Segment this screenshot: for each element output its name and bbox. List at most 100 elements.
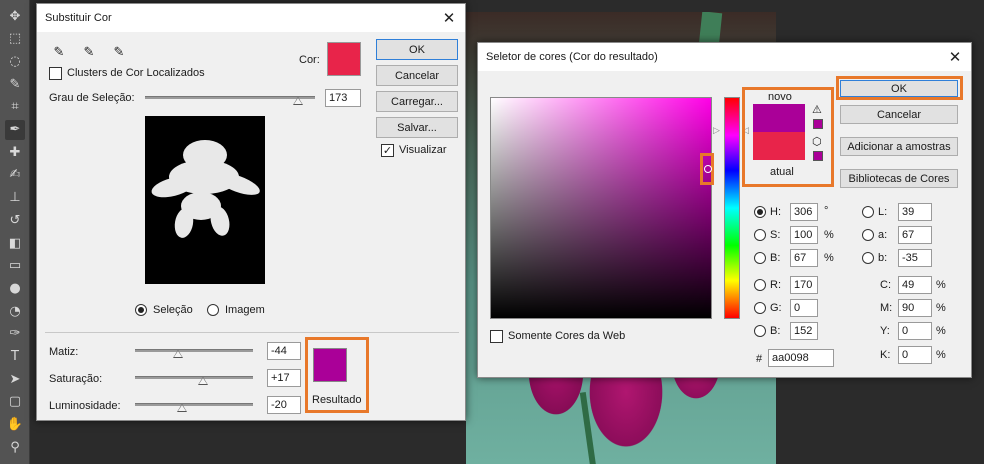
color-libraries-button[interactable]: Bibliotecas de Cores	[840, 169, 958, 188]
g-label: G:	[770, 302, 782, 314]
a-field[interactable]: 67	[898, 226, 932, 244]
type-icon[interactable]: T	[5, 347, 25, 367]
color-picker-dialog: Seletor de cores (Cor do resultado) ✕ ▷ …	[477, 42, 972, 378]
s-field[interactable]: 100	[790, 226, 818, 244]
h-field[interactable]: 306	[790, 203, 818, 221]
grau-slider-handle[interactable]	[293, 97, 303, 105]
zoom-icon[interactable]: ⚲	[5, 437, 25, 457]
selection-preview	[145, 116, 265, 284]
web-colors-checkbox[interactable]	[490, 330, 503, 343]
grau-slider[interactable]	[145, 96, 315, 99]
marquee-icon[interactable]: ⬚	[5, 29, 25, 49]
saturacao-field[interactable]: +17	[267, 369, 301, 387]
c-unit: %	[936, 279, 946, 291]
blue-label: B:	[770, 325, 781, 337]
atual-swatch[interactable]	[753, 132, 805, 160]
h-unit: °	[824, 205, 829, 217]
matiz-label: Matiz:	[49, 346, 79, 358]
hue-slider-left-arrow[interactable]: ▷	[713, 125, 720, 136]
b-radio[interactable]	[754, 252, 766, 264]
h-radio[interactable]	[754, 206, 766, 218]
lab-b-radio[interactable]	[862, 252, 874, 264]
preview-checkbox[interactable]: ✓	[381, 144, 394, 157]
eyedropper-icon[interactable]: ✒	[5, 119, 25, 140]
a-radio[interactable]	[862, 229, 874, 241]
color-picker-titlebar: Seletor de cores (Cor do resultado) ✕	[478, 43, 971, 71]
r-field[interactable]: 170	[790, 276, 818, 294]
grau-field[interactable]: 173	[325, 89, 361, 107]
saturacao-slider-handle[interactable]	[198, 377, 208, 385]
imagem-radio[interactable]	[207, 304, 219, 316]
close-icon[interactable]: ✕	[945, 47, 965, 67]
cancel-button[interactable]: Cancelar	[840, 105, 958, 124]
s-radio[interactable]	[754, 229, 766, 241]
k-field[interactable]: 0	[898, 346, 932, 364]
add-to-swatches-button[interactable]: Adicionar a amostras	[840, 137, 958, 156]
web-cube-icon[interactable]: ⬡	[812, 135, 822, 148]
selecao-label: Seleção	[153, 304, 193, 316]
s-unit: %	[824, 229, 834, 241]
m-field[interactable]: 90	[898, 299, 932, 317]
path-select-icon[interactable]: ➤	[5, 369, 25, 389]
lab-b-field[interactable]: -35	[898, 249, 932, 267]
brush-icon[interactable]: ✍	[5, 165, 25, 185]
clusters-checkbox[interactable]	[49, 67, 62, 80]
healing-icon[interactable]: ✚	[5, 142, 25, 162]
stamp-icon[interactable]: ⊥	[5, 188, 25, 208]
matiz-slider[interactable]	[135, 349, 253, 352]
l-radio[interactable]	[862, 206, 874, 218]
selecao-radio[interactable]	[135, 304, 147, 316]
move-icon[interactable]: ✥	[5, 6, 25, 26]
rectangle-icon[interactable]: ▢	[5, 392, 25, 412]
g-field[interactable]: 0	[790, 299, 818, 317]
web-colors-label: Somente Cores da Web	[508, 330, 626, 342]
b-field[interactable]: 67	[790, 249, 818, 267]
matiz-field[interactable]: -44	[267, 342, 301, 360]
hue-slider[interactable]	[724, 97, 740, 319]
y-field[interactable]: 0	[898, 322, 932, 340]
l-field[interactable]: 39	[898, 203, 932, 221]
web-swatch[interactable]	[813, 151, 823, 161]
saturacao-slider[interactable]	[135, 376, 253, 379]
gamut-warning-icon[interactable]: ⚠	[812, 103, 822, 116]
luminosidade-slider-handle[interactable]	[177, 404, 187, 412]
matiz-slider-handle[interactable]	[173, 350, 183, 358]
lasso-icon[interactable]: ◌	[5, 51, 25, 71]
hex-label: #	[756, 353, 763, 365]
eyedropper-icon[interactable]: ✎	[51, 44, 67, 60]
blue-radio[interactable]	[754, 325, 766, 337]
replace-color-dialog: Substituir Cor ✕ ✎ ✎ ✎ Clusters de Cor L…	[36, 3, 466, 421]
color-field-marker[interactable]	[704, 165, 712, 173]
hex-field[interactable]: aa0098	[768, 349, 834, 367]
b-unit: %	[824, 252, 834, 264]
ok-button[interactable]: OK	[840, 80, 958, 97]
load-button[interactable]: Carregar...	[376, 91, 458, 112]
history-brush-icon[interactable]: ↺	[5, 210, 25, 230]
eyedropper-minus-icon[interactable]: ✎	[111, 44, 127, 60]
pen-icon[interactable]: ✑	[5, 324, 25, 344]
gradient-icon[interactable]: ▭	[5, 256, 25, 276]
hand-icon[interactable]: ✋	[5, 415, 25, 435]
ok-button[interactable]: OK	[376, 39, 458, 60]
resultado-swatch[interactable]	[313, 348, 347, 382]
cor-swatch[interactable]	[327, 42, 361, 76]
luminosidade-field[interactable]: -20	[267, 396, 301, 414]
c-field[interactable]: 49	[898, 276, 932, 294]
close-icon[interactable]: ✕	[439, 8, 459, 28]
eyedropper-plus-icon[interactable]: ✎	[81, 44, 97, 60]
y-label: Y:	[880, 325, 890, 337]
cancel-button[interactable]: Cancelar	[376, 65, 458, 86]
crop-icon[interactable]: ⌗	[5, 97, 25, 117]
c-label: C:	[880, 279, 891, 291]
r-radio[interactable]	[754, 279, 766, 291]
blur-icon[interactable]: ●	[5, 278, 25, 298]
gamut-swatch[interactable]	[813, 119, 823, 129]
save-button[interactable]: Salvar...	[376, 117, 458, 138]
dodge-icon[interactable]: ◔	[5, 301, 25, 321]
color-field[interactable]	[490, 97, 712, 319]
quick-select-icon[interactable]: ✎	[5, 74, 25, 94]
luminosidade-slider[interactable]	[135, 403, 253, 406]
blue-field[interactable]: 152	[790, 322, 818, 340]
g-radio[interactable]	[754, 302, 766, 314]
eraser-icon[interactable]: ◧	[5, 233, 25, 253]
